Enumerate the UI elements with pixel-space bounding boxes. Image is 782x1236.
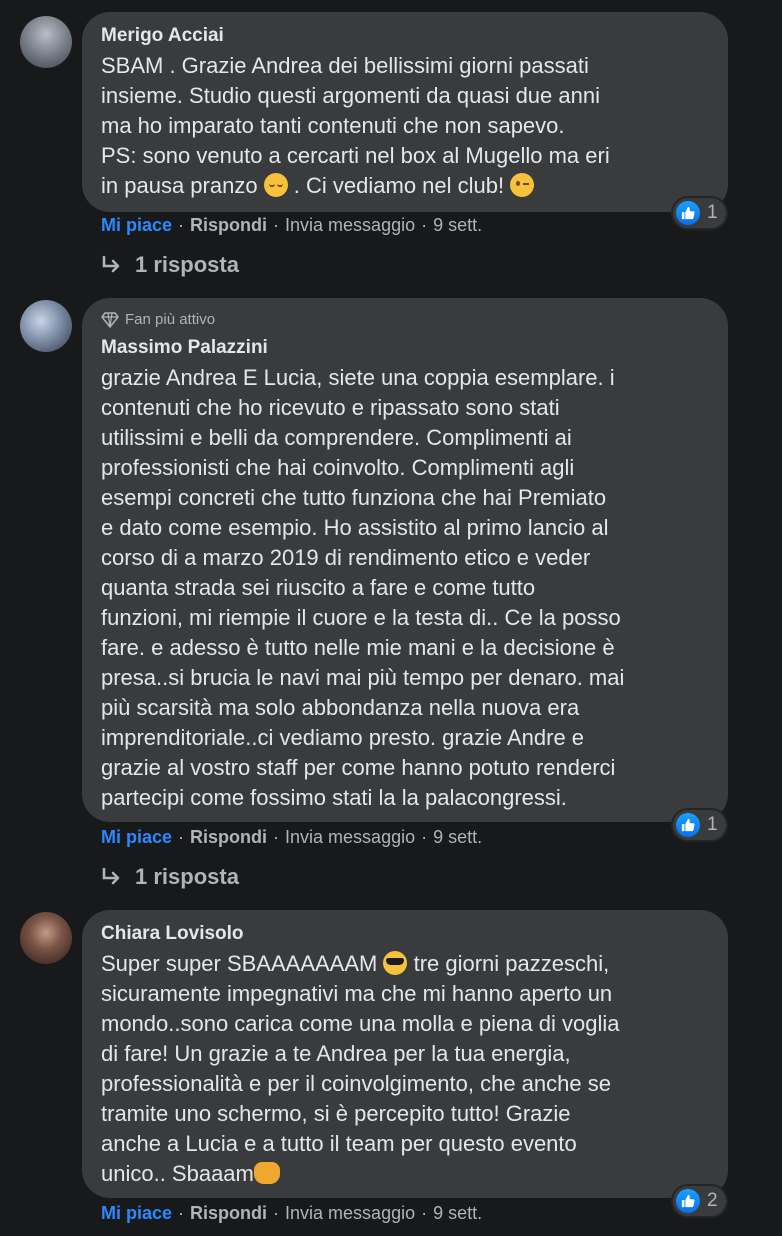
view-replies-link[interactable]: 1 risposta xyxy=(101,252,239,278)
reaction-summary[interactable]: 1 xyxy=(673,198,726,228)
comment-text: grazie Andrea E Lucia, siete una coppia … xyxy=(101,365,625,810)
separator: · xyxy=(273,827,280,847)
separator: · xyxy=(421,827,428,847)
separator: · xyxy=(273,1203,280,1223)
separator: · xyxy=(178,827,185,847)
reply-button[interactable]: Rispondi xyxy=(190,213,267,237)
comment-timestamp[interactable]: 9 sett. xyxy=(433,213,482,237)
like-button[interactable]: Mi piace xyxy=(101,213,172,237)
relieved-face-emoji xyxy=(263,173,288,197)
comment-author[interactable]: Chiara Lovisolo xyxy=(101,922,708,946)
separator: · xyxy=(421,215,428,235)
comment-actions: Mi piace · Rispondi · Invia messaggio · … xyxy=(101,213,482,237)
comment-timestamp[interactable]: 9 sett. xyxy=(433,1201,482,1225)
comment-bubble: Merigo Acciai SBAM . Grazie Andrea dei b… xyxy=(82,12,728,212)
comment-bubble: Chiara Lovisolo Super super SBAAAAAAAM t… xyxy=(82,910,728,1198)
comment-timestamp[interactable]: 9 sett. xyxy=(433,825,482,849)
replies-count-label: 1 risposta xyxy=(135,252,239,277)
comment-text-part: Super super SBAAAAAAAM xyxy=(101,951,384,976)
comment-actions: Mi piace · Rispondi · Invia messaggio · … xyxy=(101,1201,482,1225)
separator: · xyxy=(273,215,280,235)
reaction-summary[interactable]: 1 xyxy=(673,810,726,840)
thumbs-up-icon xyxy=(676,813,700,837)
send-message-link[interactable]: Invia messaggio xyxy=(285,825,415,849)
reaction-summary[interactable]: 2 xyxy=(673,1186,726,1216)
thumbs-up-icon xyxy=(676,201,700,225)
send-message-link[interactable]: Invia messaggio xyxy=(285,1201,415,1225)
comment-bubble: Fan più attivo Massimo Palazzini grazie … xyxy=(82,298,728,822)
reaction-count: 1 xyxy=(707,202,718,223)
fist-emoji xyxy=(253,1162,280,1184)
comment-author[interactable]: Merigo Acciai xyxy=(101,24,708,48)
reaction-count: 1 xyxy=(707,814,718,835)
comments-feed: Merigo Acciai SBAM . Grazie Andrea dei b… xyxy=(0,0,782,1236)
send-message-link[interactable]: Invia messaggio xyxy=(285,213,415,237)
thumbs-up-icon xyxy=(676,1189,700,1213)
reply-arrow-icon xyxy=(102,255,120,273)
separator: · xyxy=(178,215,185,235)
comment-author[interactable]: Massimo Palazzini xyxy=(101,336,708,360)
like-button[interactable]: Mi piace xyxy=(101,1201,172,1225)
comment-text: Super super SBAAAAAAAM tre giorni pazzes… xyxy=(101,949,708,1189)
diamond-icon xyxy=(101,312,119,328)
avatar[interactable] xyxy=(20,300,72,352)
reply-button[interactable]: Rispondi xyxy=(190,825,267,849)
comment-actions: Mi piace · Rispondi · Invia messaggio · … xyxy=(101,825,482,849)
replies-count-label: 1 risposta xyxy=(135,864,239,889)
winking-face-emoji xyxy=(510,173,535,197)
separator: · xyxy=(178,1203,185,1223)
top-fan-badge: Fan più attivo xyxy=(101,310,708,330)
separator: · xyxy=(421,1203,428,1223)
sunglasses-face-emoji xyxy=(383,951,408,975)
comment-text-part: tre giorni pazzeschi, sicuramente impegn… xyxy=(101,951,620,1186)
reply-arrow-icon xyxy=(102,867,120,885)
comment-text: SBAM . Grazie Andrea dei bellissimi gior… xyxy=(101,51,708,201)
reply-button[interactable]: Rispondi xyxy=(190,1201,267,1225)
badge-label: Fan più attivo xyxy=(125,311,216,328)
avatar[interactable] xyxy=(20,16,72,68)
like-button[interactable]: Mi piace xyxy=(101,825,172,849)
comment-text-part: . Ci vediamo nel club! xyxy=(287,173,511,198)
view-replies-link[interactable]: 1 risposta xyxy=(101,864,239,890)
avatar[interactable] xyxy=(20,912,72,964)
reaction-count: 2 xyxy=(707,1190,718,1211)
